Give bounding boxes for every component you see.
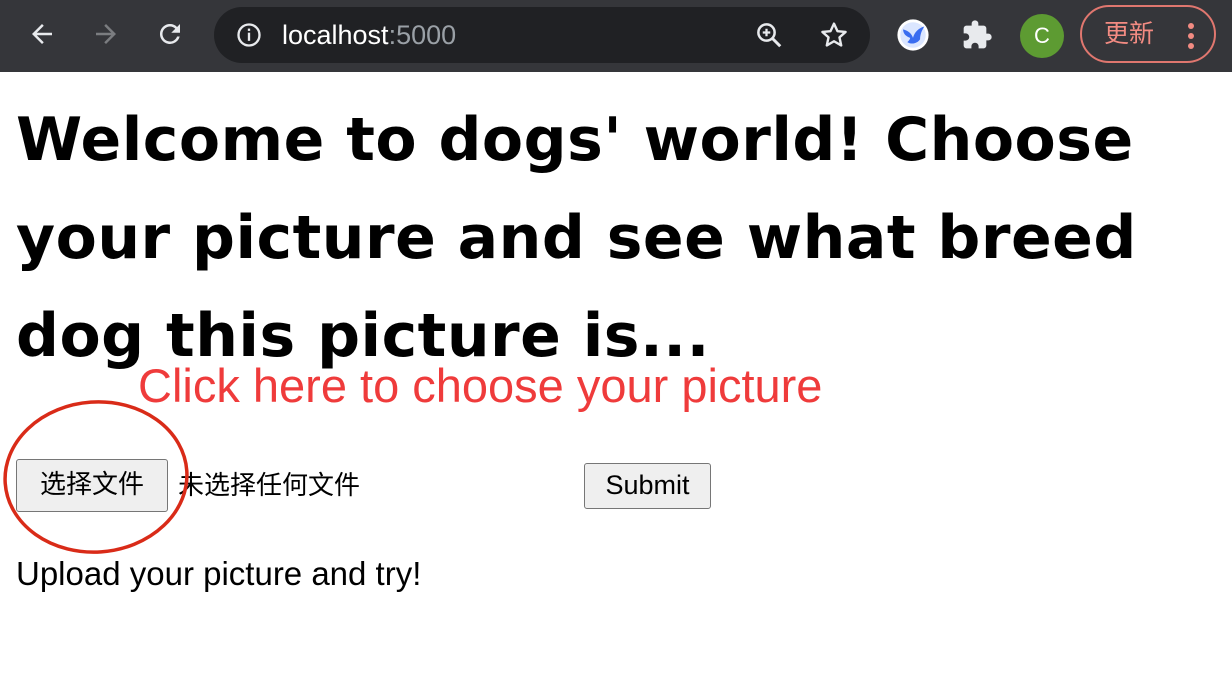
upload-caption: Upload your picture and try! xyxy=(16,555,422,592)
address-bar[interactable]: localhost:5000 xyxy=(214,7,870,63)
arrow-right-icon xyxy=(96,24,116,44)
info-icon[interactable] xyxy=(234,21,264,49)
puzzle-icon[interactable] xyxy=(960,18,994,52)
profile-avatar[interactable]: C xyxy=(1020,14,1064,58)
submit-button[interactable]: Submit xyxy=(584,463,711,509)
file-status-text: 未选择任何文件 xyxy=(178,471,361,501)
arrow-left-icon xyxy=(32,24,52,44)
zoom-in-icon[interactable] xyxy=(754,20,784,50)
choose-picture-hint: Click here to choose your picture xyxy=(138,359,823,412)
url-host: localhost xyxy=(282,20,389,50)
url-port: :5000 xyxy=(388,20,457,50)
reload-icon xyxy=(159,23,180,44)
forward-button[interactable] xyxy=(86,14,126,54)
star-icon[interactable] xyxy=(818,19,850,51)
update-label: 更新 xyxy=(1104,19,1155,48)
reload-button[interactable] xyxy=(150,14,190,54)
update-button[interactable]: 更新 xyxy=(1080,5,1216,63)
bird-extension-icon[interactable] xyxy=(896,18,930,52)
url-text[interactable]: localhost:5000 xyxy=(282,20,456,50)
kebab-menu-icon xyxy=(1188,23,1194,49)
choose-file-button[interactable]: 选择文件 xyxy=(16,459,168,512)
page-heading: Welcome to dogs' world! Choose your pict… xyxy=(16,105,1137,371)
browser-toolbar: localhost:5000 C 更新 xyxy=(0,0,1232,72)
back-button[interactable] xyxy=(22,14,62,54)
